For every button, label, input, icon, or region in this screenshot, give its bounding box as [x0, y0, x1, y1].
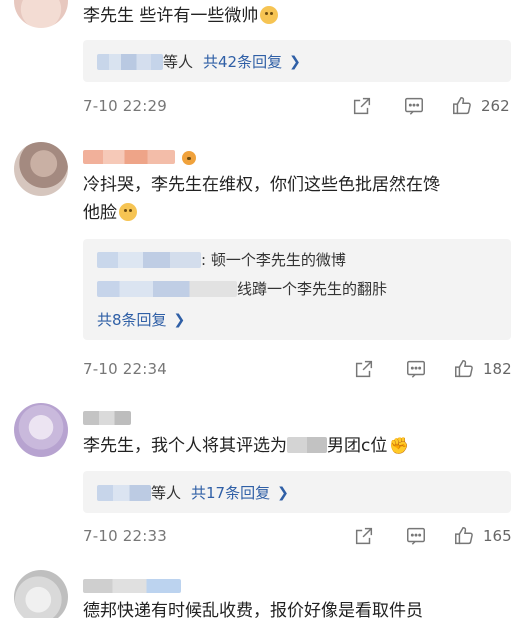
reply-item[interactable]: 线蹲一个李先生的翻胩 — [97, 278, 387, 299]
view-replies-link[interactable]: 共42条回复 — [203, 51, 282, 72]
avatar[interactable] — [14, 0, 68, 28]
chevron-right-icon: ❯ — [289, 53, 301, 70]
comment-icon[interactable] — [405, 358, 427, 380]
view-replies-link[interactable]: 共8条回复 — [97, 309, 167, 330]
timestamp: 7-10 22:29 — [83, 97, 168, 115]
comment-text: 冷抖哭，李先生在维权，你们这些色批居然在馋 他脸 — [83, 175, 440, 223]
blurred-username — [83, 579, 181, 593]
timestamp: 7-10 22:34 — [83, 360, 168, 378]
blurred-username — [97, 484, 151, 501]
reply-suffix: 等人 — [151, 484, 182, 502]
username-blurred[interactable] — [83, 572, 181, 594]
share-icon[interactable] — [353, 525, 375, 547]
blurred-username — [97, 251, 201, 268]
timestamp: 7-10 22:33 — [83, 527, 168, 545]
comment-meta: 7-10 22:29 262 — [83, 94, 513, 118]
avatar[interactable] — [14, 142, 68, 196]
like-count: 262 — [481, 97, 510, 115]
reply-suffix: 等人 — [163, 53, 194, 71]
username-blurred[interactable] — [83, 404, 131, 426]
chevron-right-icon: ❯ — [173, 311, 186, 328]
comment-text: 李先生，我个人将其评选为 男团c位 ✊ — [83, 432, 409, 460]
share-icon[interactable] — [353, 358, 375, 380]
cat-emoji-icon — [260, 6, 279, 24]
reply-summary-box[interactable]: 等人 共17条回复 ❯ — [83, 471, 511, 513]
blurred-text — [287, 437, 327, 453]
thumbs-up-icon[interactable] — [453, 358, 475, 380]
view-replies-link[interactable]: 共17条回复 — [191, 482, 270, 503]
comment-meta: 7-10 22:34 182 — [83, 357, 513, 381]
blurred-username — [83, 411, 131, 425]
cat-emoji-icon — [119, 203, 137, 221]
thumbs-up-icon[interactable] — [453, 525, 475, 547]
blurred-username — [97, 53, 163, 70]
comment-icon[interactable] — [403, 95, 425, 117]
blurred-username — [83, 150, 175, 164]
comment-text: 德邦快递有时候乱收费，报价好像是看取件员 — [83, 601, 423, 618]
share-icon[interactable] — [351, 95, 373, 117]
avatar[interactable] — [14, 570, 68, 618]
badge-icon — [182, 151, 197, 165]
like-count: 182 — [483, 360, 512, 378]
blurred-username — [97, 280, 237, 297]
like-count: 165 — [483, 527, 512, 545]
avatar[interactable] — [14, 403, 68, 457]
replies-box: : 顿一个李先生的微博 线蹲一个李先生的翻胩 共8条回复 ❯ — [83, 239, 511, 340]
username-blurred[interactable] — [83, 143, 197, 165]
reply-item[interactable]: : 顿一个李先生的微博 — [97, 249, 346, 270]
comment-icon[interactable] — [405, 525, 427, 547]
comment-meta: 7-10 22:33 165 — [83, 524, 513, 548]
chevron-right-icon: ❯ — [277, 484, 289, 501]
reply-summary-box[interactable]: 等人 共42条回复 ❯ — [83, 40, 511, 82]
thumbs-up-icon[interactable] — [451, 95, 473, 117]
flexed-biceps-icon: ✊ — [389, 436, 410, 455]
comment-text: 李先生 些许有一些微帅 — [83, 2, 279, 30]
